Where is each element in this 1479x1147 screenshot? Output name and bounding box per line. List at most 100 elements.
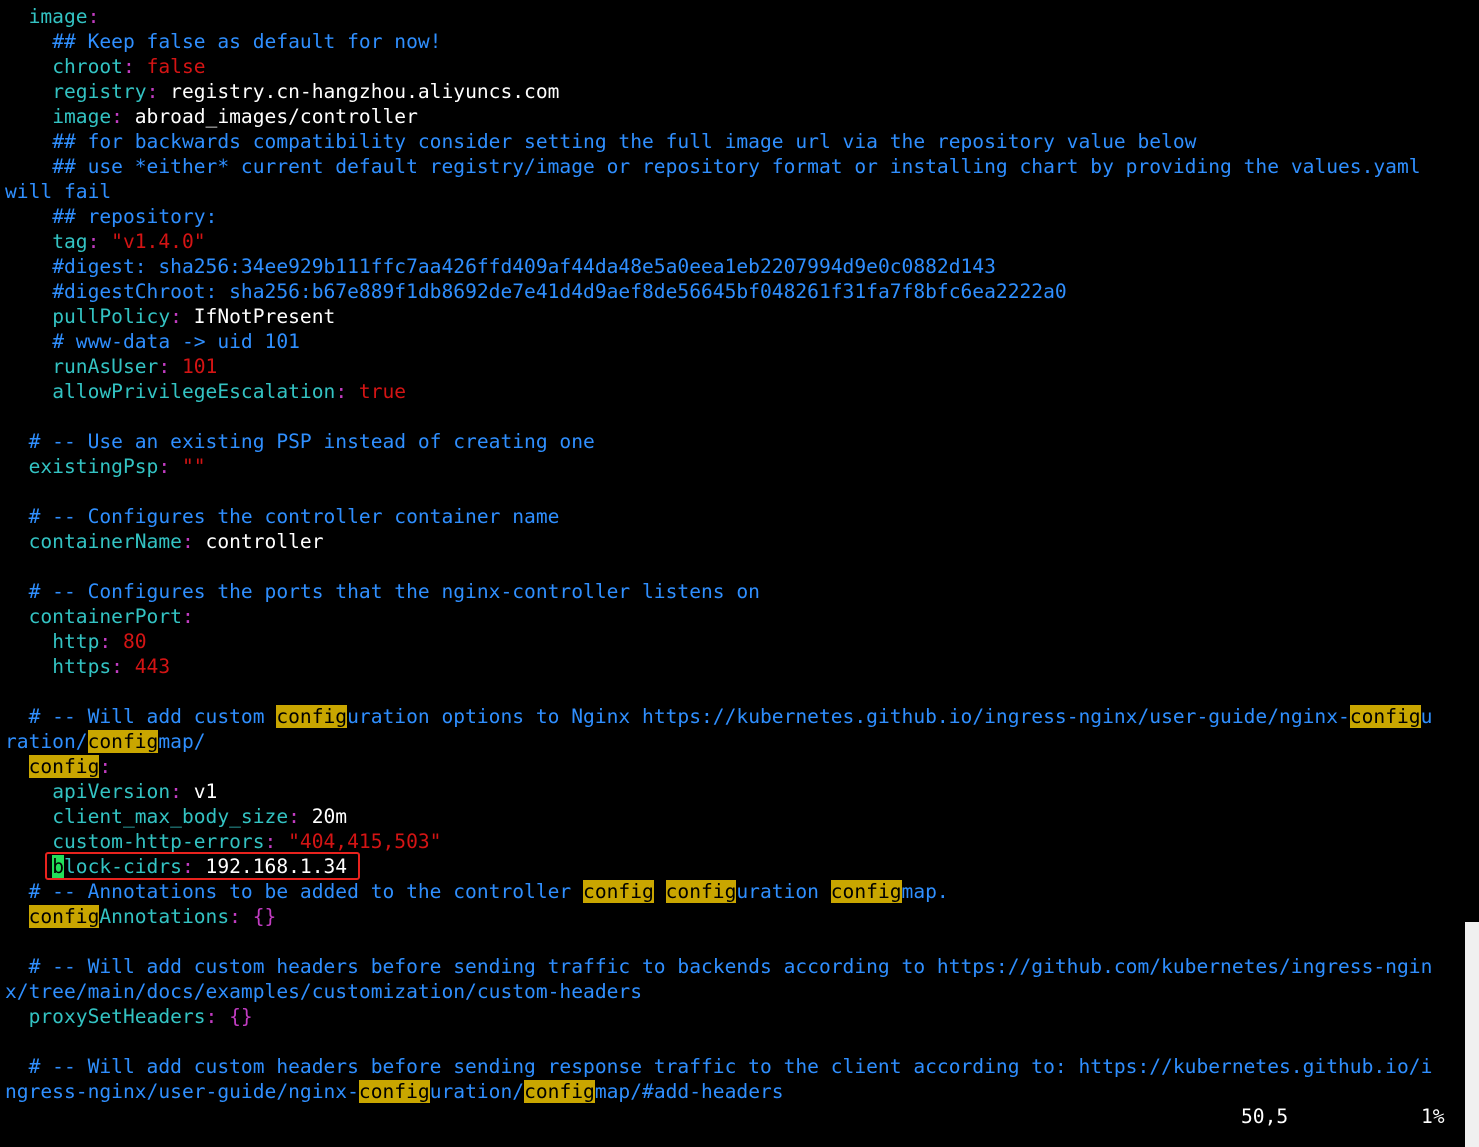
- editor-line[interactable]: containerName: controller: [5, 529, 1457, 554]
- editor-line[interactable]: image:: [5, 4, 1457, 29]
- editor-line[interactable]: configAnnotations: {}: [5, 904, 1457, 929]
- editor-line[interactable]: # -- Will add custom headers before send…: [5, 1054, 1457, 1079]
- yaml-comment: map.: [901, 880, 949, 903]
- editor-line[interactable]: [5, 929, 1457, 954]
- editor-line[interactable]: [5, 404, 1457, 429]
- editor-line[interactable]: allowPrivilegeEscalation: true: [5, 379, 1457, 404]
- editor-line[interactable]: [5, 1029, 1457, 1054]
- yaml-key: client_max_body_size: [52, 805, 289, 828]
- editor-line[interactable]: [5, 479, 1457, 504]
- yaml-punctuation: :: [288, 805, 312, 828]
- editor-line[interactable]: [5, 554, 1457, 579]
- yaml-punctuation: :: [99, 755, 112, 778]
- yaml-comment: # -- Annotations to be added to the cont…: [28, 880, 584, 903]
- text-cursor: b: [52, 855, 64, 878]
- yaml-punctuation: :: [335, 380, 359, 403]
- yaml-comment: ngress-nginx/user-guide/nginx-: [5, 1080, 359, 1103]
- editor-line[interactable]: ngress-nginx/user-guide/nginx-configurat…: [5, 1079, 1457, 1104]
- line-text: [5, 130, 52, 153]
- editor-line[interactable]: proxySetHeaders: {}: [5, 1004, 1457, 1029]
- editor-line[interactable]: #digestChroot: sha256:b67e889f1db8692de7…: [5, 279, 1457, 304]
- yaml-value: 20m: [311, 805, 348, 828]
- yaml-value: controller: [205, 530, 324, 553]
- editor-line[interactable]: tag: "v1.4.0": [5, 229, 1457, 254]
- line-text: [5, 5, 29, 28]
- line-text: [5, 155, 52, 178]
- yaml-literal: "": [181, 455, 206, 478]
- editor-line[interactable]: # -- Configures the ports that the nginx…: [5, 579, 1457, 604]
- editor-line[interactable]: ## use *either* current default registry…: [5, 154, 1457, 179]
- yaml-key: existingPsp: [28, 455, 159, 478]
- editor-line[interactable]: registry: registry.cn-hangzhou.aliyuncs.…: [5, 79, 1457, 104]
- editor-line[interactable]: ration/configmap/: [5, 729, 1457, 754]
- yaml-key: image: [52, 105, 112, 128]
- editor-line[interactable]: # -- Will add custom headers before send…: [5, 954, 1457, 979]
- editor-line[interactable]: custom-http-errors: "404,415,503": [5, 829, 1457, 854]
- editor-line[interactable]: ## for backwards compatibility consider …: [5, 129, 1457, 154]
- line-text: [5, 605, 29, 628]
- editor-line[interactable]: x/tree/main/docs/examples/customization/…: [5, 979, 1457, 1004]
- line-text: [5, 505, 29, 528]
- editor-line[interactable]: image: abroad_images/controller: [5, 104, 1457, 129]
- yaml-punctuation: :: [170, 305, 194, 328]
- yaml-key: custom-http-errors: [52, 830, 265, 853]
- line-text: [5, 630, 52, 653]
- editor-line[interactable]: https: 443: [5, 654, 1457, 679]
- editor-line[interactable]: [5, 679, 1457, 704]
- yaml-punctuation: :: [87, 230, 112, 253]
- line-text: [5, 80, 52, 103]
- yaml-literal: 443: [134, 655, 171, 678]
- editor-line[interactable]: # -- Will add custom configuration optio…: [5, 704, 1457, 729]
- line-text: [5, 430, 29, 453]
- editor-line[interactable]: # www-data -> uid 101: [5, 329, 1457, 354]
- yaml-punctuation: :: [158, 355, 182, 378]
- yaml-comment: ## use *either* current default registry…: [52, 155, 1421, 178]
- editor-line[interactable]: config:: [5, 754, 1457, 779]
- editor-line[interactable]: #digest: sha256:34ee929b111ffc7aa426ffd4…: [5, 254, 1457, 279]
- editor-line[interactable]: will fail: [5, 179, 1457, 204]
- yaml-comment: #digestChroot: sha256:b67e889f1db8692de7…: [52, 280, 1067, 303]
- yaml-literal: "v1.4.0": [111, 230, 206, 253]
- editor-line[interactable]: pullPolicy: IfNotPresent: [5, 304, 1457, 329]
- editor-line-cursor[interactable]: block-cidrs: 192.168.1.34: [5, 854, 1457, 879]
- line-text: [5, 955, 29, 978]
- line-text: [5, 780, 52, 803]
- scrollbar-track[interactable]: [1465, 0, 1479, 1147]
- editor-line[interactable]: chroot: false: [5, 54, 1457, 79]
- yaml-punctuation: :: [99, 630, 123, 653]
- yaml-comment: x/tree/main/docs/examples/customization/…: [5, 980, 643, 1003]
- line-text: [5, 105, 52, 128]
- search-match-highlight: config: [583, 880, 654, 903]
- line-text: [5, 305, 52, 328]
- yaml-comment: uration options to Nginx https://kuberne…: [347, 705, 1350, 728]
- editor-line[interactable]: ## repository:: [5, 204, 1457, 229]
- line-text: [5, 380, 52, 403]
- yaml-punctuation: :: [181, 605, 194, 628]
- line-text: [5, 255, 52, 278]
- line-text: [5, 55, 52, 78]
- editor-line[interactable]: # -- Annotations to be added to the cont…: [5, 879, 1457, 904]
- editor-line[interactable]: ## Keep false as default for now!: [5, 29, 1457, 54]
- yaml-key: containerName: [28, 530, 182, 553]
- yaml-key: apiVersion: [52, 780, 171, 803]
- yaml-punctuation: :: [264, 830, 289, 853]
- editor-line[interactable]: apiVersion: v1: [5, 779, 1457, 804]
- yaml-punctuation: :: [146, 80, 171, 103]
- editor-line[interactable]: # -- Configures the controller container…: [5, 504, 1457, 529]
- editor-line[interactable]: client_max_body_size: 20m: [5, 804, 1457, 829]
- yaml-punctuation: :: [122, 55, 147, 78]
- line-text: [5, 905, 29, 928]
- editor-line[interactable]: runAsUser: 101: [5, 354, 1457, 379]
- editor-line[interactable]: containerPort:: [5, 604, 1457, 629]
- yaml-key: containerPort: [28, 605, 182, 628]
- vim-editor-buffer[interactable]: image: ## Keep false as default for now!…: [5, 4, 1457, 1104]
- yaml-key: Annotations: [99, 905, 230, 928]
- yaml-comment: # -- Will add custom headers before send…: [28, 1055, 1433, 1078]
- yaml-comment: ## repository:: [52, 205, 218, 228]
- editor-line[interactable]: http: 80: [5, 629, 1457, 654]
- editor-line[interactable]: existingPsp: "": [5, 454, 1457, 479]
- editor-line[interactable]: # -- Use an existing PSP instead of crea…: [5, 429, 1457, 454]
- yaml-comment: map/: [158, 730, 206, 753]
- yaml-comment: map/#add-headers: [594, 1080, 784, 1103]
- scrollbar-thumb[interactable]: [1465, 922, 1479, 1147]
